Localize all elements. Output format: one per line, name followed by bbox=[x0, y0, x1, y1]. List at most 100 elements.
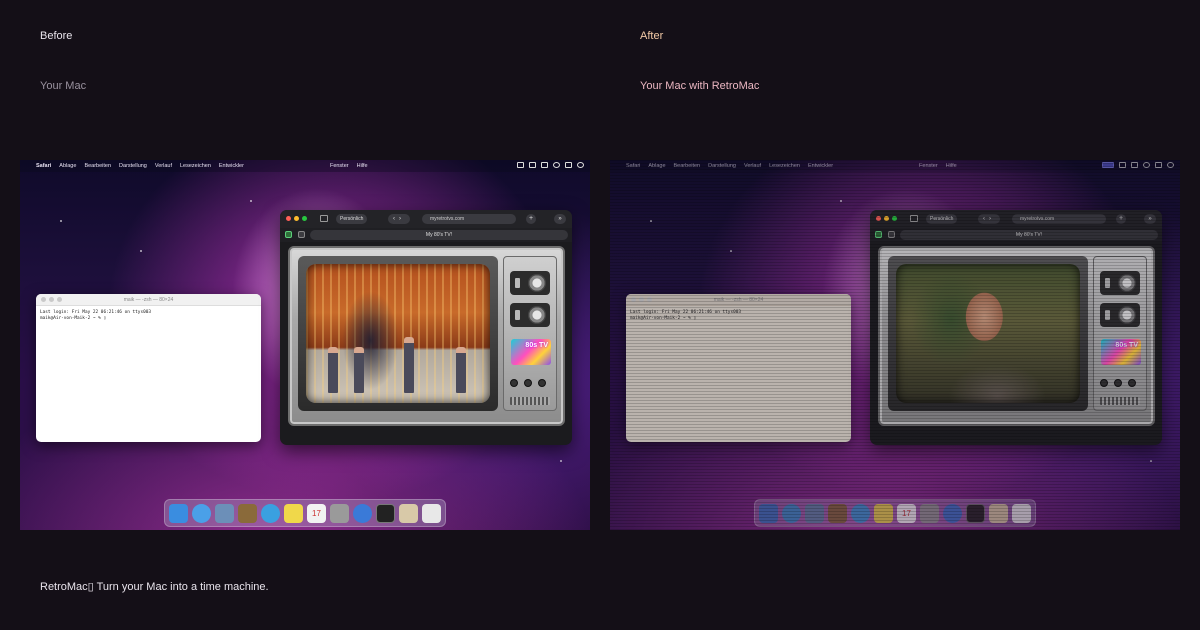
battery-icon[interactable] bbox=[1131, 162, 1138, 168]
safari-window[interactable]: Persönlich ‹› myretrotvs.com + » My 80's… bbox=[870, 210, 1162, 445]
photos-icon[interactable] bbox=[238, 503, 257, 523]
messages-icon[interactable] bbox=[261, 503, 280, 523]
preview-icon[interactable] bbox=[805, 503, 824, 523]
pinned-tab-icon[interactable] bbox=[875, 231, 882, 238]
tv-vents bbox=[1100, 397, 1140, 405]
safari-window[interactable]: Persönlich ‹› myretrotvs.com + » My 80's… bbox=[280, 210, 572, 445]
retromac-menu-icon[interactable] bbox=[1102, 162, 1114, 168]
wifi-icon[interactable] bbox=[1143, 162, 1150, 168]
screen-icon[interactable] bbox=[517, 162, 524, 168]
sidebar-toggle-icon[interactable] bbox=[320, 215, 328, 222]
tab-my-80s-tv[interactable]: My 80's TV! bbox=[900, 230, 1158, 240]
menu-item-entwickler[interactable]: Entwickler bbox=[808, 163, 833, 169]
music-icon[interactable] bbox=[353, 503, 372, 523]
preview-icon[interactable] bbox=[215, 503, 234, 523]
back-forward-icon[interactable]: ‹› bbox=[978, 214, 1000, 224]
menu-item-darstellung[interactable]: Darstellung bbox=[708, 163, 736, 169]
image-capture-icon[interactable] bbox=[330, 503, 349, 523]
menu-item-bearbeiten[interactable]: Bearbeiten bbox=[674, 163, 701, 169]
control-center-icon[interactable] bbox=[565, 162, 572, 168]
menu-app-name[interactable]: Safari bbox=[36, 163, 51, 169]
messages-icon[interactable] bbox=[851, 503, 870, 523]
menu-item-fenster[interactable]: Fenster bbox=[330, 163, 349, 169]
profile-button[interactable]: Persönlich bbox=[336, 214, 368, 224]
script-editor-icon[interactable] bbox=[399, 503, 418, 523]
finder-icon[interactable] bbox=[759, 503, 778, 523]
profile-button[interactable]: Persönlich bbox=[926, 214, 958, 224]
safari-toolbar: Persönlich ‹› myretrotvs.com + » bbox=[870, 210, 1162, 228]
tv-video[interactable] bbox=[896, 264, 1080, 403]
notes-icon[interactable] bbox=[874, 503, 893, 523]
tv-button[interactable] bbox=[1114, 379, 1122, 387]
pinned-tab-icon[interactable] bbox=[298, 231, 305, 238]
siri-icon[interactable] bbox=[1167, 162, 1174, 168]
script-editor-icon[interactable] bbox=[989, 503, 1008, 523]
terminal-output[interactable]: Last login: Fri May 22 06:21:46 on ttys0… bbox=[36, 306, 261, 326]
tab-my-80s-tv[interactable]: My 80's TV! bbox=[310, 230, 568, 240]
notes-icon[interactable] bbox=[284, 503, 303, 523]
tv-button[interactable] bbox=[524, 379, 532, 387]
menu-item-verlauf[interactable]: Verlauf bbox=[744, 163, 761, 169]
volume-knob-icon[interactable] bbox=[1100, 303, 1140, 327]
address-bar[interactable]: myretrotvs.com bbox=[1012, 214, 1106, 224]
textedit-icon[interactable] bbox=[422, 503, 441, 523]
menu-item-hilfe[interactable]: Hilfe bbox=[946, 163, 957, 169]
sidebar-toggle-icon[interactable] bbox=[910, 215, 918, 222]
more-icon[interactable]: » bbox=[1144, 214, 1156, 224]
tv-button[interactable] bbox=[1128, 379, 1136, 387]
menu-item-ablage[interactable]: Ablage bbox=[59, 163, 76, 169]
calendar-icon[interactable]: 17 bbox=[307, 503, 326, 523]
terminal-output[interactable]: Last login: Fri May 22 06:21:46 on ttys0… bbox=[626, 306, 851, 326]
menu-item-lesezeichen[interactable]: Lesezeichen bbox=[180, 163, 211, 169]
minimize-icon[interactable] bbox=[294, 216, 299, 221]
tv-button[interactable] bbox=[1100, 379, 1108, 387]
channel-knob-icon[interactable] bbox=[1100, 271, 1140, 295]
terminal-icon[interactable] bbox=[376, 503, 395, 523]
pinned-tab-icon[interactable] bbox=[888, 231, 895, 238]
terminal-icon[interactable] bbox=[966, 503, 985, 523]
menu-item-bearbeiten[interactable]: Bearbeiten bbox=[84, 163, 111, 169]
close-icon[interactable] bbox=[876, 216, 881, 221]
terminal-window[interactable]: maik — -zsh — 80×24 Last login: Fri May … bbox=[36, 294, 261, 442]
zoom-icon[interactable] bbox=[302, 216, 307, 221]
battery-icon[interactable] bbox=[541, 162, 548, 168]
volume-knob-icon[interactable] bbox=[510, 303, 550, 327]
music-icon[interactable] bbox=[943, 503, 962, 523]
menu-item-darstellung[interactable]: Darstellung bbox=[119, 163, 147, 169]
close-icon[interactable] bbox=[286, 216, 291, 221]
control-center-icon[interactable] bbox=[1155, 162, 1162, 168]
image-capture-icon[interactable] bbox=[920, 503, 939, 523]
minimize-icon[interactable] bbox=[884, 216, 889, 221]
tv-button[interactable] bbox=[510, 379, 518, 387]
wifi-icon[interactable] bbox=[553, 162, 560, 168]
menu-item-ablage[interactable]: Ablage bbox=[648, 163, 665, 169]
menu-item-fenster[interactable]: Fenster bbox=[919, 163, 938, 169]
menu-item-entwickler[interactable]: Entwickler bbox=[219, 163, 244, 169]
photos-icon[interactable] bbox=[828, 503, 847, 523]
terminal-window[interactable]: maik — -zsh — 80×24 Last login: Fri May … bbox=[626, 294, 851, 442]
new-tab-icon[interactable]: + bbox=[1116, 214, 1126, 224]
safari-icon[interactable] bbox=[782, 503, 801, 523]
textedit-icon[interactable] bbox=[1012, 503, 1031, 523]
terminal-titlebar[interactable]: maik — -zsh — 80×24 bbox=[36, 294, 261, 306]
menu-item-hilfe[interactable]: Hilfe bbox=[357, 163, 368, 169]
display-icon[interactable] bbox=[1119, 162, 1126, 168]
pinned-tab-icon[interactable] bbox=[285, 231, 292, 238]
zoom-icon[interactable] bbox=[892, 216, 897, 221]
calendar-icon[interactable]: 17 bbox=[897, 503, 916, 523]
tv-button[interactable] bbox=[538, 379, 546, 387]
back-forward-icon[interactable]: ‹› bbox=[388, 214, 410, 224]
menu-item-verlauf[interactable]: Verlauf bbox=[155, 163, 172, 169]
channel-knob-icon[interactable] bbox=[510, 271, 550, 295]
menu-app-name[interactable]: Safari bbox=[626, 163, 640, 169]
safari-icon[interactable] bbox=[192, 503, 211, 523]
new-tab-icon[interactable]: + bbox=[526, 214, 536, 224]
tv-video[interactable] bbox=[306, 264, 490, 403]
more-icon[interactable]: » bbox=[554, 214, 566, 224]
siri-icon[interactable] bbox=[577, 162, 584, 168]
finder-icon[interactable] bbox=[169, 503, 188, 523]
display-icon[interactable] bbox=[529, 162, 536, 168]
address-bar[interactable]: myretrotvs.com bbox=[422, 214, 516, 224]
terminal-titlebar[interactable]: maik — -zsh — 80×24 bbox=[626, 294, 851, 306]
menu-item-lesezeichen[interactable]: Lesezeichen bbox=[769, 163, 800, 169]
